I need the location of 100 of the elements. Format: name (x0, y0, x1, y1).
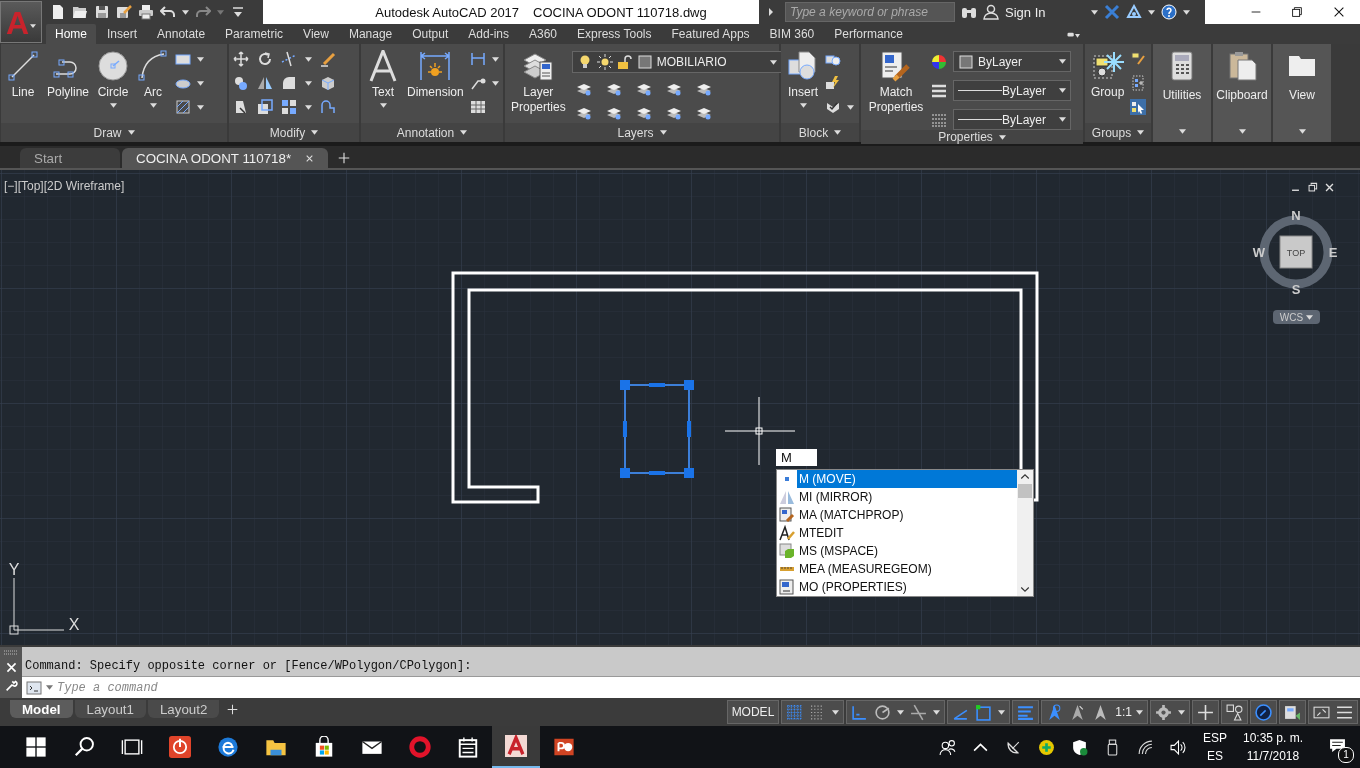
panel-title[interactable]: Layers (505, 123, 779, 142)
ribbon-tab[interactable]: BIM 360 (760, 24, 824, 44)
plus-icon[interactable] (1197, 703, 1214, 721)
group-select-icon[interactable] (1130, 75, 1147, 91)
clipboard-panel-button[interactable]: Clipboard (1213, 44, 1271, 142)
shield-icon[interactable] (1070, 738, 1088, 756)
insert-tool-button[interactable]: Insert (785, 50, 821, 108)
panel-title[interactable]: Draw (1, 123, 227, 142)
offset-icon[interactable] (320, 99, 336, 115)
gear-icon[interactable] (1155, 703, 1172, 721)
caret-icon[interactable] (897, 709, 905, 715)
new-tab-icon[interactable] (338, 152, 351, 164)
match-properties-button[interactable]: Match Properties (865, 50, 927, 115)
tracking-icon[interactable] (910, 703, 928, 721)
ribbon-tab[interactable]: Add-ins (459, 24, 518, 44)
browser-icon[interactable] (217, 736, 239, 758)
layer-tool-icon[interactable] (695, 105, 712, 121)
task-view-icon[interactable] (121, 736, 143, 758)
cube-icon[interactable] (320, 75, 336, 91)
people-icon[interactable] (938, 738, 956, 756)
plus-circle-icon[interactable] (1037, 738, 1055, 756)
calendar-icon[interactable] (457, 736, 479, 758)
rotate-icon[interactable] (257, 51, 273, 67)
ribbon-tab[interactable]: Express Tools (568, 24, 661, 44)
view-panel-button[interactable]: View (1273, 44, 1331, 142)
active-app-slot[interactable] (492, 726, 540, 768)
table-icon[interactable] (469, 99, 486, 115)
dimension-tool-button[interactable]: Dimension (405, 50, 466, 100)
compass-label[interactable]: E (1328, 245, 1338, 260)
ribbon-tab[interactable]: Annotate (148, 24, 215, 44)
caret-icon[interactable] (197, 80, 205, 86)
layout-tab[interactable]: Layout1 (74, 700, 146, 718)
rectangle-icon[interactable] (175, 51, 192, 67)
close-icon[interactable] (1324, 182, 1335, 193)
layer-dropdown[interactable]: MOBILIARIO (571, 51, 782, 73)
viewport-controls-label[interactable]: [−][Top][2D Wireframe] (4, 179, 125, 193)
file-tab[interactable]: COCINA ODONT 110718* (122, 148, 329, 168)
drafting-app-icon[interactable] (505, 735, 527, 757)
layer-tool-icon[interactable] (575, 81, 592, 97)
selection-cycling-icon[interactable] (1130, 99, 1147, 115)
sign-in-button[interactable]: Sign In (1005, 4, 1046, 20)
caret-icon[interactable] (998, 709, 1006, 715)
caret-icon[interactable] (1148, 9, 1156, 15)
autocomplete-item[interactable]: MO (PROPERTIES) (797, 578, 1017, 596)
hatch-icon[interactable] (175, 99, 192, 115)
caret-icon[interactable] (305, 104, 312, 110)
group-edit-icon[interactable] (1130, 51, 1147, 67)
new-file-icon[interactable] (50, 4, 66, 20)
power-app-icon[interactable] (169, 736, 191, 758)
draw-tool-button[interactable]: Circle (95, 50, 132, 108)
grip-icon[interactable] (3, 649, 19, 656)
layer-properties-button[interactable]: Layer Properties (509, 50, 568, 115)
keyboard-layout[interactable]: ES (1206, 747, 1223, 765)
quick-properties-icon[interactable] (1284, 703, 1301, 721)
autocomplete-item[interactable]: MI (MIRROR) (797, 488, 1017, 506)
presentation-app-icon[interactable] (553, 736, 575, 758)
panel-title[interactable]: Modify (229, 123, 359, 142)
restore-icon[interactable] (1290, 5, 1305, 19)
isolate-icon[interactable] (1226, 703, 1243, 721)
caret-icon[interactable] (305, 80, 312, 86)
printer-icon[interactable] (138, 4, 154, 20)
utilities-panel-button[interactable]: Utilities (1153, 44, 1211, 142)
layer-tool-icon[interactable] (635, 105, 652, 121)
caret-icon[interactable] (491, 80, 499, 86)
command-options-button[interactable] (22, 677, 57, 698)
ribbon-tab[interactable]: Manage (339, 24, 402, 44)
autocomplete-item[interactable]: MEA (MEASUREGEOM) (797, 560, 1017, 578)
compass-label[interactable]: W (1252, 245, 1266, 260)
command-input[interactable]: Type a command (57, 677, 1360, 698)
panel-title[interactable]: Groups (1085, 123, 1151, 142)
clock-time[interactable]: 10:35 p. m. (1242, 729, 1303, 747)
menu-icon[interactable] (1336, 703, 1353, 721)
caret-icon[interactable] (847, 104, 854, 110)
search-field[interactable]: Type a keyword or phrase (785, 2, 955, 22)
caret-icon[interactable] (491, 56, 499, 62)
autocomplete-item[interactable]: MA (MATCHPROP) (797, 506, 1017, 524)
ribbon-tab[interactable]: View (294, 24, 338, 44)
windows-start-icon[interactable] (25, 736, 47, 758)
undo-icon[interactable] (160, 4, 176, 20)
file-tab[interactable]: Start (20, 148, 120, 168)
store-icon[interactable] (313, 736, 335, 758)
fillet-icon[interactable] (281, 75, 297, 91)
scale-icon[interactable] (257, 99, 273, 115)
ribbon-tab[interactable]: Performance (825, 24, 912, 44)
trim-icon[interactable] (281, 51, 297, 67)
color-dropdown[interactable]: ByLayer (953, 51, 1071, 72)
layout-tab[interactable]: Model (10, 700, 73, 718)
ribbon-tab[interactable]: Parametric (216, 24, 293, 44)
input-language[interactable]: ESP (1202, 729, 1227, 747)
exchange-icon[interactable] (1104, 4, 1121, 20)
layer-tool-icon[interactable] (575, 105, 592, 121)
draw-tool-button[interactable]: Line (5, 50, 41, 100)
ribbon-tab[interactable]: Output (403, 24, 458, 44)
panel-title[interactable]: Properties (861, 130, 1083, 144)
clock-date[interactable]: 11/7/2018 (1246, 747, 1300, 765)
opera-icon[interactable] (409, 736, 431, 758)
annotation-scale-button[interactable]: 1:1 (1115, 705, 1143, 719)
ribbon-tab[interactable]: Insert (98, 24, 147, 44)
ortho-icon[interactable] (851, 703, 869, 721)
panel-title[interactable]: Annotation (361, 123, 503, 142)
